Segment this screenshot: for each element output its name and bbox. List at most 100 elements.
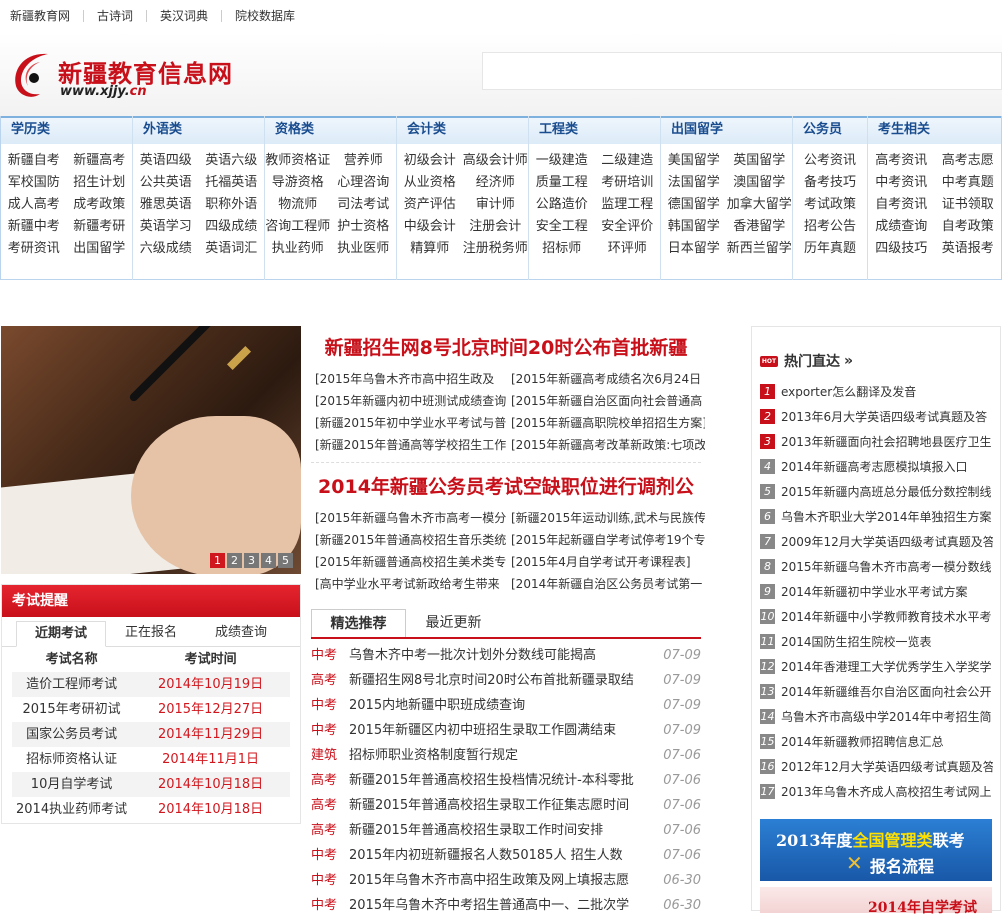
- news-tag[interactable]: 中考: [311, 693, 349, 718]
- category-link[interactable]: 法国留学: [661, 172, 727, 194]
- category-link[interactable]: 咨询工程师: [265, 216, 331, 238]
- category-link[interactable]: 职称外语: [199, 194, 265, 216]
- category-title[interactable]: 外语类: [133, 116, 264, 144]
- category-link[interactable]: 注册税务师: [463, 238, 529, 260]
- category-link[interactable]: 营养师: [331, 150, 397, 172]
- news-tag[interactable]: 高考: [311, 768, 349, 793]
- category-link[interactable]: 备考技巧: [793, 172, 867, 194]
- hot-item[interactable]: 4 2014年新疆高考志愿模拟填报入口: [760, 454, 1000, 479]
- category-link[interactable]: 二级建造: [595, 150, 661, 172]
- hot-item-title[interactable]: 2013年新疆面向社会招聘地县医疗卫生: [781, 433, 993, 450]
- headline-sublink[interactable]: [2015年乌鲁木齐市高中招生政及: [315, 368, 511, 390]
- category-link[interactable]: 经济师: [463, 172, 529, 194]
- headline-sublink[interactable]: [2015年新疆高职院校单招招生方案]: [511, 412, 705, 434]
- hot-item[interactable]: 6 乌鲁木齐职业大学2014年单独招生方案: [760, 504, 1000, 529]
- category-link[interactable]: 新疆高考: [67, 150, 133, 172]
- hot-item[interactable]: 5 2015年新疆内高班总分最低分数控制线: [760, 479, 1000, 504]
- category-link[interactable]: 自考政策: [935, 216, 1002, 238]
- feature-banner[interactable]: 1 2 3 4 5: [1, 326, 301, 574]
- headline-sublink[interactable]: [2015年新疆普通高校招生美术类专: [315, 551, 511, 573]
- headline-2[interactable]: 2014年新疆公务员考试空缺职位进行调剂公: [311, 465, 701, 505]
- ad-mba-registration[interactable]: 2013年度全国管理类联考 ✕ 报名流程: [760, 819, 992, 881]
- category-link[interactable]: 一级建造: [529, 150, 595, 172]
- headline-sublink[interactable]: [2015年新疆乌鲁木齐市高考一模分: [315, 507, 511, 529]
- category-link[interactable]: 成绩查询: [868, 216, 935, 238]
- headline-sublink[interactable]: [2014年新疆自治区公务员考试第一: [511, 573, 705, 595]
- category-link[interactable]: 英语学习: [133, 216, 199, 238]
- category-link[interactable]: 导游资格: [265, 172, 331, 194]
- category-link[interactable]: 中级会计: [397, 216, 463, 238]
- category-link[interactable]: 韩国留学: [661, 216, 727, 238]
- hot-item[interactable]: 16 2012年12月大学英语四级考试真题及答: [760, 754, 1000, 779]
- category-link[interactable]: 军校国防: [1, 172, 67, 194]
- hot-item-title[interactable]: 2009年12月大学英语四级考试真题及答: [781, 533, 993, 550]
- category-link[interactable]: 中考真题: [935, 172, 1002, 194]
- category-link[interactable]: 监理工程: [595, 194, 661, 216]
- category-title[interactable]: 公务员: [793, 116, 867, 144]
- news-title[interactable]: 2015内地新疆中职班成绩查询: [349, 693, 657, 718]
- hot-item-title[interactable]: exporter怎么翻译及发音: [781, 383, 993, 400]
- category-link[interactable]: 四级技巧: [868, 238, 935, 260]
- exam-row[interactable]: 招标师资格认证 2014年11月1日: [12, 747, 290, 772]
- hot-item[interactable]: 11 2014国防生招生院校一览表: [760, 629, 1000, 654]
- tab-recent-exams[interactable]: 近期考试: [16, 621, 106, 647]
- category-link[interactable]: 中考资讯: [868, 172, 935, 194]
- headline-sublink[interactable]: [高中学业水平考试新政给考生带来: [315, 573, 511, 595]
- news-title[interactable]: 乌鲁木齐中考一批次计划外分数线可能揭高: [349, 643, 657, 668]
- category-link[interactable]: 成人高考: [1, 194, 67, 216]
- category-link[interactable]: 考研培训: [595, 172, 661, 194]
- news-tag[interactable]: 高考: [311, 793, 349, 818]
- hot-item[interactable]: 7 2009年12月大学英语四级考试真题及答: [760, 529, 1000, 554]
- hot-item[interactable]: 13 2014年新疆维吾尔自治区面向社会公开: [760, 679, 1000, 704]
- category-link[interactable]: 初级会计: [397, 150, 463, 172]
- banner-page-4[interactable]: 4: [261, 553, 276, 568]
- category-link[interactable]: 护士资格: [331, 216, 397, 238]
- category-link[interactable]: 六级成绩: [133, 238, 199, 260]
- category-link[interactable]: 教师资格证: [265, 150, 331, 172]
- tab-score-query[interactable]: 成绩查询: [196, 621, 286, 646]
- news-tag[interactable]: 中考: [311, 893, 349, 918]
- category-link[interactable]: 英语四级: [133, 150, 199, 172]
- hot-item[interactable]: 2 2013年6月大学英语四级考试真题及答: [760, 404, 1000, 429]
- exam-row[interactable]: 2015年考研初试 2015年12月27日: [12, 697, 290, 722]
- category-title[interactable]: 考生相关: [868, 116, 1001, 144]
- news-tag[interactable]: 中考: [311, 643, 349, 668]
- ad-self-study[interactable]: 2014年自学考试: [760, 887, 992, 916]
- category-link[interactable]: 新疆自考: [1, 150, 67, 172]
- news-title[interactable]: 新疆招生网8号北京时间20时公布首批新疆录取结: [349, 668, 657, 693]
- category-link[interactable]: 心理咨询: [331, 172, 397, 194]
- news-tag[interactable]: 中考: [311, 843, 349, 868]
- category-link[interactable]: 精算师: [397, 238, 463, 260]
- hot-item[interactable]: 12 2014年香港理工大学优秀学生入学奖学: [760, 654, 1000, 679]
- headline-sublink[interactable]: [新疆2015年初中学业水平考试与普: [315, 412, 511, 434]
- category-link[interactable]: 英语报考: [935, 238, 1002, 260]
- category-link[interactable]: 环评师: [595, 238, 661, 260]
- category-link[interactable]: 美国留学: [661, 150, 727, 172]
- category-link[interactable]: 澳国留学: [727, 172, 793, 194]
- category-link[interactable]: 资产评估: [397, 194, 463, 216]
- category-link[interactable]: 自考资讯: [868, 194, 935, 216]
- category-link[interactable]: 日本留学: [661, 238, 727, 260]
- category-link[interactable]: 执业药师: [265, 238, 331, 260]
- category-link[interactable]: 证书领取: [935, 194, 1002, 216]
- category-link[interactable]: 从业资格: [397, 172, 463, 194]
- category-link[interactable]: 雅思英语: [133, 194, 199, 216]
- hot-item-title[interactable]: 2014年香港理工大学优秀学生入学奖学: [781, 658, 993, 675]
- headline-1[interactable]: 新疆招生网8号北京时间20时公布首批新疆: [311, 326, 701, 366]
- category-link[interactable]: 英国留学: [727, 150, 793, 172]
- site-logo[interactable]: 新疆教育信息网 www.xjjy.cn: [10, 46, 250, 106]
- news-tag[interactable]: 高考: [311, 668, 349, 693]
- category-link[interactable]: 德国留学: [661, 194, 727, 216]
- news-tag[interactable]: 中考: [311, 718, 349, 743]
- category-link[interactable]: 司法考试: [331, 194, 397, 216]
- headline-sublink[interactable]: [2015年新疆高考改革新政策:七项改: [511, 434, 705, 456]
- top-link-college-db[interactable]: 院校数据库: [222, 10, 308, 22]
- news-title[interactable]: 新疆2015年普通高校招生投档情况统计-本科零批: [349, 768, 657, 793]
- news-tag[interactable]: 高考: [311, 818, 349, 843]
- headline-sublink[interactable]: [2015年4月自学考试开考课程表]: [511, 551, 705, 573]
- exam-row[interactable]: 国家公务员考试 2014年11月29日: [12, 722, 290, 747]
- headline-sublink[interactable]: [2015年新疆内初中班测试成绩查询: [315, 390, 511, 412]
- category-link[interactable]: 新疆考研: [67, 216, 133, 238]
- category-link[interactable]: 质量工程: [529, 172, 595, 194]
- category-link[interactable]: 英语六级: [199, 150, 265, 172]
